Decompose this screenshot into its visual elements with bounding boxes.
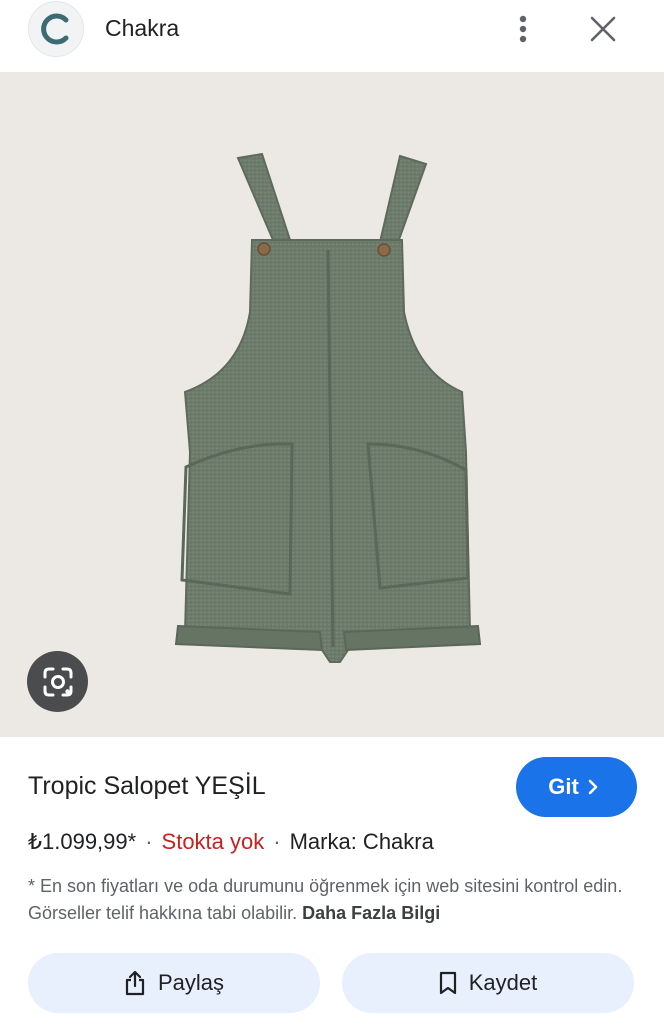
save-button-label: Kaydet bbox=[468, 970, 538, 995]
save-button[interactable]: Kaydet bbox=[342, 953, 634, 1013]
result-header: Chakra bbox=[0, 0, 664, 72]
site-logo[interactable] bbox=[28, 1, 84, 57]
close-icon bbox=[590, 16, 616, 42]
share-button-label: Paylaş bbox=[157, 970, 225, 995]
product-title: Tropic Salopet YEŞİL bbox=[28, 772, 266, 800]
more-vert-icon bbox=[519, 15, 527, 43]
go-button[interactable]: Git bbox=[516, 757, 637, 817]
disclaimer-text: * En son fiyatları ve oda durumunu öğren… bbox=[28, 873, 628, 927]
stock-status: Stokta yok bbox=[161, 829, 265, 854]
more-options-button[interactable] bbox=[506, 10, 540, 48]
close-button[interactable] bbox=[584, 10, 622, 48]
lens-icon bbox=[43, 667, 72, 696]
more-info-link[interactable]: Daha Fazla Bilgi bbox=[302, 903, 440, 923]
product-image-area[interactable] bbox=[0, 72, 664, 737]
chakra-logo-icon bbox=[41, 13, 69, 45]
chevron-right-icon bbox=[588, 779, 598, 795]
product-meta-row: ₺1.099,99* · Stokta yok · Marka: Chakra bbox=[28, 828, 434, 856]
separator-dot: · bbox=[273, 829, 281, 854]
share-icon bbox=[125, 970, 145, 996]
separator-dot: · bbox=[145, 829, 153, 854]
lens-search-button[interactable] bbox=[27, 651, 88, 712]
product-price: ₺1.099,99* bbox=[28, 829, 137, 854]
product-image bbox=[174, 152, 482, 663]
go-button-label: Git bbox=[548, 774, 579, 799]
product-brand: Marka: Chakra bbox=[289, 829, 434, 854]
bookmark-icon bbox=[439, 971, 456, 995]
site-name[interactable]: Chakra bbox=[105, 14, 179, 42]
share-button[interactable]: Paylaş bbox=[28, 953, 320, 1013]
